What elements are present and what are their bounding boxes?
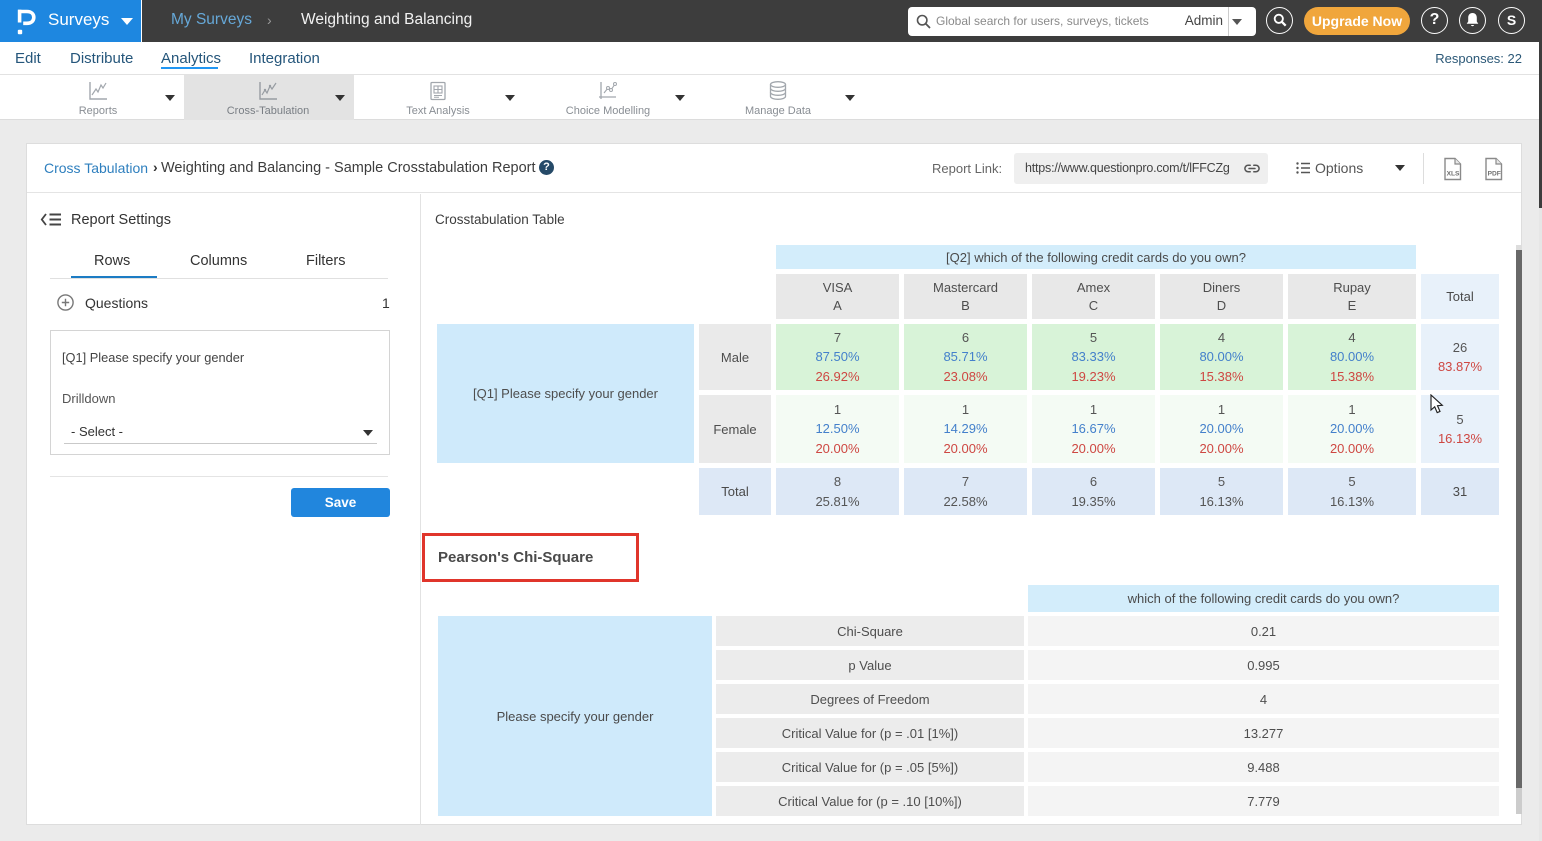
svg-text:PDF: PDF [1488, 171, 1501, 178]
svg-text:XLS: XLS [1447, 171, 1460, 178]
